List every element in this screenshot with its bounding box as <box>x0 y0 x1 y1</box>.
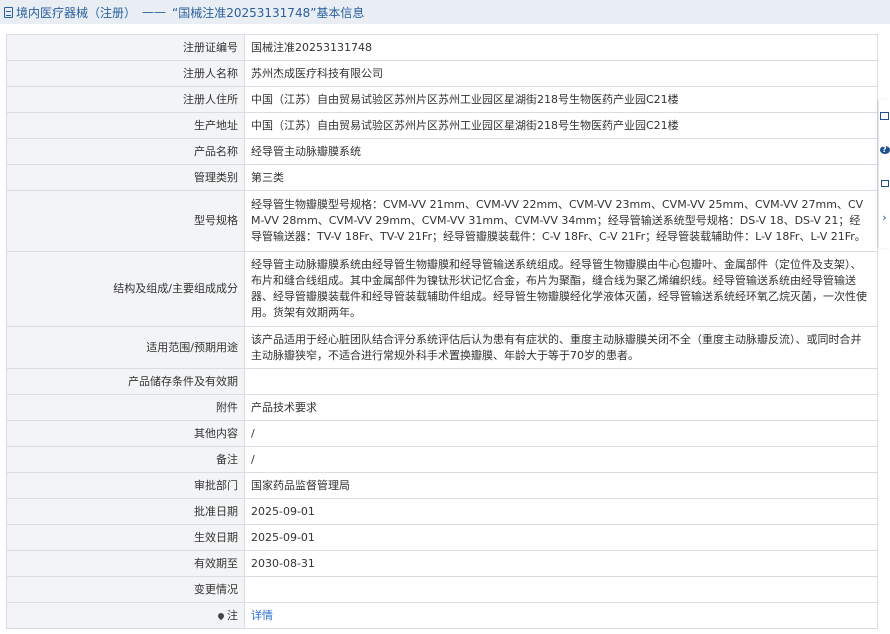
info-table: 注册证编号 国械注准20253131748 注册人名称 苏州杰成医疗科技有限公司 注册人… <box>6 34 878 629</box>
help-icon[interactable]: ? <box>879 145 890 154</box>
row-value: 经导管主动脉瓣膜系统由经导管生物瓣膜和经导管输送系统组成。经导管生物瓣膜由牛心包… <box>244 251 878 327</box>
row-label: 型号规格 <box>6 190 245 252</box>
row-value <box>244 368 878 395</box>
row-value: 产品技术要求 <box>244 394 878 421</box>
table-row: 生产地址 中国（江苏）自由贸易试验区苏州片区苏州工业园区星湖街218号生物医药产业… <box>6 112 878 139</box>
row-label: 注册人住所 <box>6 86 245 113</box>
breadcrumb[interactable]: 境内医疗器械（注册） <box>16 4 136 21</box>
table-row: 变更情况 <box>6 576 878 603</box>
floating-sidebar: ? › <box>878 100 890 248</box>
table-row: 注册人名称 苏州杰成医疗科技有限公司 <box>6 60 878 87</box>
row-value: 经导管主动脉瓣膜系统 <box>244 138 878 165</box>
row-value: / <box>244 420 878 447</box>
row-value: 经导管生物瓣膜型号规格：CVM-VV 21mm、CVM-VV 22mm、CVM-… <box>244 190 878 252</box>
page-header: 境内医疗器械（注册） —— “国械注准20253131748”基本信息 <box>0 0 890 24</box>
row-label: 注册人名称 <box>6 60 245 87</box>
copy-icon[interactable] <box>880 179 889 188</box>
table-row-note: 注详情 <box>6 602 878 629</box>
table-row: 有效期至 2030-08-31 <box>6 550 878 577</box>
row-label: 批准日期 <box>6 498 245 525</box>
row-value <box>244 576 878 603</box>
row-label: 产品储存条件及有效期 <box>6 368 245 395</box>
table-row: 适用范围/预期用途 该产品适用于经心脏团队结合评分系统评估后认为患有有症状的、重度… <box>6 326 878 369</box>
document-icon <box>4 6 13 18</box>
row-label: 审批部门 <box>6 472 245 499</box>
row-label: 生产地址 <box>6 112 245 139</box>
row-value: 苏州杰成医疗科技有限公司 <box>244 60 878 87</box>
chevron-right-icon[interactable]: › <box>879 213 890 222</box>
row-label: 产品名称 <box>6 138 245 165</box>
row-value: 中国（江苏）自由贸易试验区苏州片区苏州工业园区星湖街218号生物医药产业园C21… <box>244 86 878 113</box>
table-row: 注册人住所 中国（江苏）自由贸易试验区苏州片区苏州工业园区星湖街218号生物医药产… <box>6 86 878 113</box>
row-label: 适用范围/预期用途 <box>6 326 245 369</box>
row-label: 生效日期 <box>6 524 245 551</box>
pin-icon <box>216 611 226 620</box>
table-row: 结构及组成/主要组成成分 经导管主动脉瓣膜系统由经导管生物瓣膜和经导管输送系统组成… <box>6 251 878 327</box>
row-value: 2030-08-31 <box>244 550 878 577</box>
row-label: 结构及组成/主要组成成分 <box>6 251 245 327</box>
table-row: 注册证编号 国械注准20253131748 <box>6 34 878 61</box>
expand-icon[interactable] <box>880 112 889 120</box>
row-label: 有效期至 <box>6 550 245 577</box>
details-link[interactable]: 详情 <box>251 609 273 622</box>
table-row: 审批部门 国家药品监督管理局 <box>6 472 878 499</box>
row-value: 国械注准20253131748 <box>244 34 878 61</box>
table-row: 产品名称 经导管主动脉瓣膜系统 <box>6 138 878 165</box>
table-row: 备注 / <box>6 446 878 473</box>
table-row: 生效日期 2025-09-01 <box>6 524 878 551</box>
table-row: 批准日期 2025-09-01 <box>6 498 878 525</box>
row-value: / <box>244 446 878 473</box>
note-label-cell: 注 <box>6 602 245 629</box>
row-value: 中国（江苏）自由贸易试验区苏州片区苏州工业园区星湖街218号生物医药产业园C21… <box>244 112 878 139</box>
row-value: 该产品适用于经心脏团队结合评分系统评估后认为患有有症状的、重度主动脉瓣膜关闭不全… <box>244 326 878 369</box>
table-row: 附件 产品技术要求 <box>6 394 878 421</box>
table-row: 产品储存条件及有效期 <box>6 368 878 395</box>
row-value: 2025-09-01 <box>244 498 878 525</box>
row-label: 附件 <box>6 394 245 421</box>
row-value: 2025-09-01 <box>244 524 878 551</box>
row-label: 备注 <box>6 446 245 473</box>
row-value: 第三类 <box>244 164 878 191</box>
page-title: “国械注准20253131748”基本信息 <box>172 5 365 20</box>
table-row: 管理类别 第三类 <box>6 164 878 191</box>
table-row: 型号规格 经导管生物瓣膜型号规格：CVM-VV 21mm、CVM-VV 22mm、… <box>6 190 878 252</box>
row-label: 注册证编号 <box>6 34 245 61</box>
table-row: 其他内容 / <box>6 420 878 447</box>
note-value-cell: 详情 <box>244 602 878 629</box>
row-label: 变更情况 <box>6 576 245 603</box>
breadcrumb-separator: —— <box>142 5 167 19</box>
row-value: 国家药品监督管理局 <box>244 472 878 499</box>
row-label: 其他内容 <box>6 420 245 447</box>
note-label: 注 <box>227 608 238 622</box>
row-label: 管理类别 <box>6 164 245 191</box>
